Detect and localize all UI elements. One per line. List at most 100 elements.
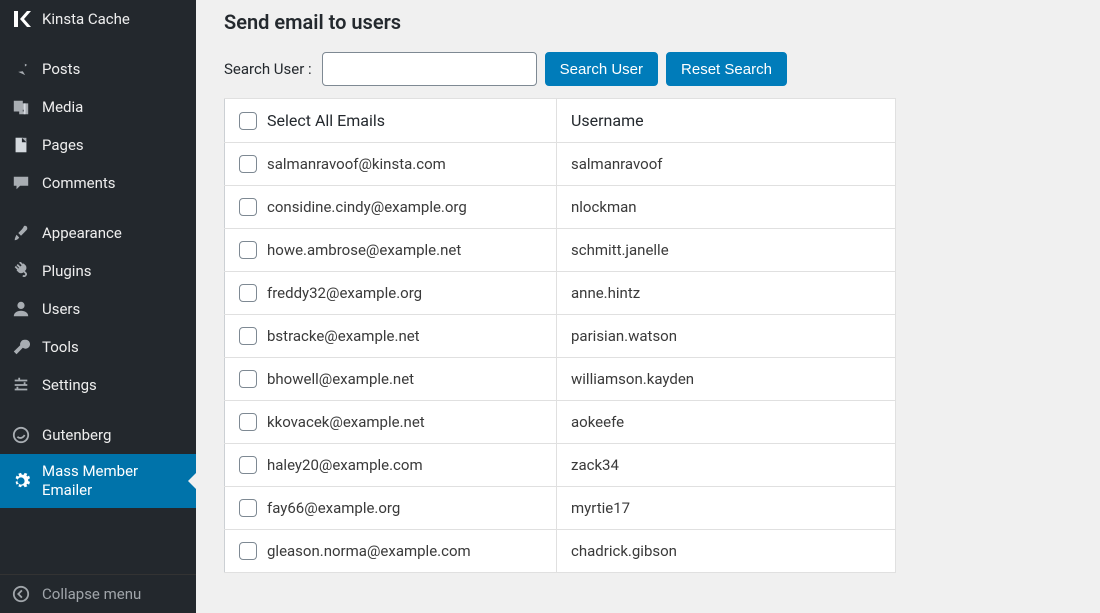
sidebar-item-plugins[interactable]: Plugins (0, 252, 196, 290)
table-row: bhowell@example.netwilliamson.kayden (225, 358, 896, 401)
email-text: bstracke@example.net (267, 327, 420, 345)
sidebar-item-kinsta-cache[interactable]: Kinsta Cache (0, 0, 196, 38)
row-checkbox[interactable] (239, 327, 257, 345)
select-all-header: Select All Emails (225, 99, 557, 143)
username-cell: anne.hintz (557, 272, 896, 315)
sidebar-item-settings[interactable]: Settings (0, 366, 196, 404)
sidebar-menu: Kinsta Cache Posts Media Pages Comments Appea… (0, 0, 196, 508)
wrench-icon (10, 336, 32, 358)
email-cell: considine.cindy@example.org (225, 186, 557, 229)
select-all-label: Select All Emails (267, 111, 385, 130)
row-checkbox[interactable] (239, 284, 257, 302)
email-cell: gleason.norma@example.com (225, 530, 557, 573)
sidebar-item-label: Settings (42, 376, 97, 395)
email-cell: haley20@example.com (225, 444, 557, 487)
sidebar-item-appearance[interactable]: Appearance (0, 214, 196, 252)
gutenberg-icon (10, 424, 32, 446)
search-input[interactable] (322, 52, 537, 86)
username-cell: parisian.watson (557, 315, 896, 358)
username-cell: chadrick.gibson (557, 530, 896, 573)
admin-sidebar: Kinsta Cache Posts Media Pages Comments Appea… (0, 0, 196, 613)
sidebar-item-label: Appearance (42, 224, 122, 243)
email-cell: fay66@example.org (225, 487, 557, 530)
gear-icon (10, 470, 32, 492)
email-cell: freddy32@example.org (225, 272, 557, 315)
sidebar-item-media[interactable]: Media (0, 88, 196, 126)
sidebar-item-label: Mass Member Emailer (42, 462, 186, 500)
row-checkbox[interactable] (239, 155, 257, 173)
row-checkbox[interactable] (239, 198, 257, 216)
search-user-button[interactable]: Search User (545, 52, 658, 86)
sidebar-item-label: Pages (42, 136, 84, 155)
email-cell: bhowell@example.net (225, 358, 557, 401)
email-cell: howe.ambrose@example.net (225, 229, 557, 272)
sidebar-item-label: Media (42, 98, 83, 117)
media-icon (10, 96, 32, 118)
username-header: Username (557, 99, 896, 143)
table-row: salmanravoof@kinsta.com salmanravoof (225, 143, 896, 186)
username-cell: schmitt.janelle (557, 229, 896, 272)
sidebar-item-users[interactable]: Users (0, 290, 196, 328)
sidebar-item-posts[interactable]: Posts (0, 50, 196, 88)
search-label: Search User : (224, 60, 312, 78)
plug-icon (10, 260, 32, 282)
settings-icon (10, 374, 32, 396)
row-checkbox[interactable] (239, 542, 257, 560)
email-text: freddy32@example.org (267, 284, 422, 302)
user-icon (10, 298, 32, 320)
row-checkbox[interactable] (239, 370, 257, 388)
page-icon (10, 134, 32, 156)
collapse-menu[interactable]: Collapse menu (0, 574, 196, 613)
pin-icon (10, 58, 32, 80)
table-row: gleason.norma@example.com chadrick.gibson (225, 530, 896, 573)
email-text: bhowell@example.net (267, 370, 414, 388)
sidebar-item-label: Plugins (42, 262, 91, 281)
email-text: howe.ambrose@example.net (267, 241, 461, 259)
email-text: gleason.norma@example.com (267, 542, 471, 560)
sidebar-item-tools[interactable]: Tools (0, 328, 196, 366)
sidebar-item-pages[interactable]: Pages (0, 126, 196, 164)
table-row: kkovacek@example.net aokeefe (225, 401, 896, 444)
select-all-checkbox[interactable] (239, 112, 257, 130)
row-checkbox[interactable] (239, 413, 257, 431)
sidebar-item-label: Users (42, 300, 80, 319)
row-checkbox[interactable] (239, 499, 257, 517)
email-cell: salmanravoof@kinsta.com (225, 143, 557, 186)
email-text: haley20@example.com (267, 456, 423, 474)
sidebar-item-gutenberg[interactable]: Gutenberg (0, 416, 196, 454)
sidebar-item-label: Gutenberg (42, 426, 111, 445)
table-row: bstracke@example.net parisian.watson (225, 315, 896, 358)
collapse-label: Collapse menu (42, 585, 141, 603)
email-text: considine.cindy@example.org (267, 198, 467, 216)
brush-icon (10, 222, 32, 244)
row-checkbox[interactable] (239, 241, 257, 259)
table-row: haley20@example.comzack34 (225, 444, 896, 487)
email-cell: kkovacek@example.net (225, 401, 557, 444)
sidebar-item-label: Posts (42, 60, 80, 79)
username-cell: myrtie17 (557, 487, 896, 530)
username-cell: salmanravoof (557, 143, 896, 186)
sidebar-item-label: Comments (42, 174, 116, 193)
collapse-icon (10, 583, 32, 605)
username-cell: aokeefe (557, 401, 896, 444)
sidebar-item-comments[interactable]: Comments (0, 164, 196, 202)
kinsta-icon (10, 8, 32, 30)
sidebar-item-label: Kinsta Cache (42, 10, 130, 29)
table-row: considine.cindy@example.org nlockman (225, 186, 896, 229)
page-title: Send email to users (224, 6, 1076, 34)
sidebar-item-label: Tools (42, 338, 79, 357)
comment-icon (10, 172, 32, 194)
reset-search-button[interactable]: Reset Search (666, 52, 787, 86)
email-text: kkovacek@example.net (267, 413, 425, 431)
users-tbody: salmanravoof@kinsta.comsalmanravoofconsi… (225, 143, 896, 573)
username-cell: nlockman (557, 186, 896, 229)
table-row: howe.ambrose@example.net schmitt.janelle (225, 229, 896, 272)
main-content: Send email to users Search User : Search… (196, 0, 1100, 613)
sidebar-item-mass-member-emailer[interactable]: Mass Member Emailer (0, 454, 196, 508)
table-row: fay66@example.org myrtie17 (225, 487, 896, 530)
users-table: Select All Emails Username salmanravoof@… (224, 98, 896, 573)
email-cell: bstracke@example.net (225, 315, 557, 358)
row-checkbox[interactable] (239, 456, 257, 474)
email-text: fay66@example.org (267, 499, 400, 517)
email-text: salmanravoof@kinsta.com (267, 155, 446, 173)
